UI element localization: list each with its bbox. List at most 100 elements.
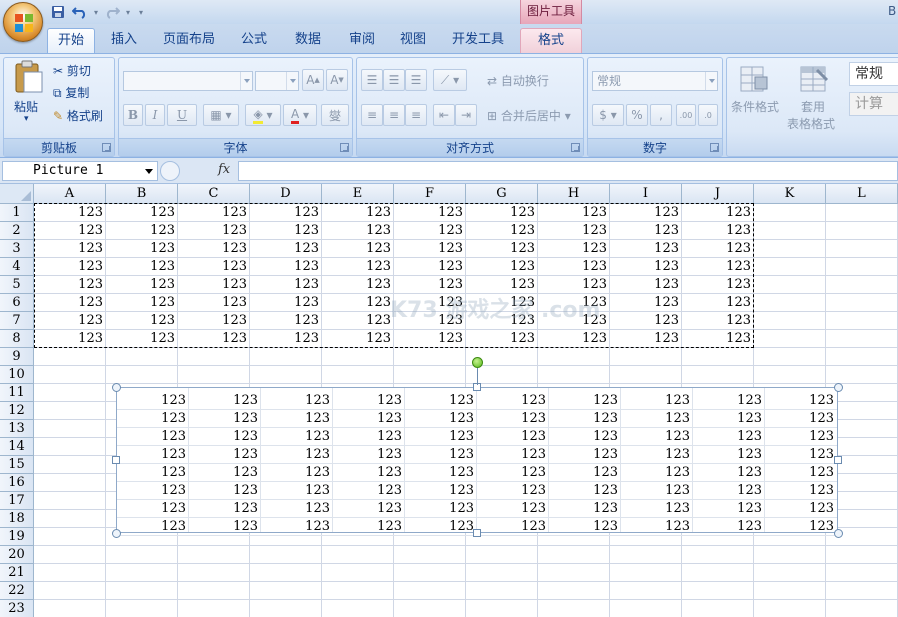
format-painter-button[interactable]: ✎ 格式刷 — [53, 107, 103, 124]
align-middle-icon[interactable]: ☰ — [383, 69, 405, 91]
customize-qat-icon[interactable]: ▾ — [134, 8, 148, 17]
worksheet[interactable]: A B C D E F G H I J K L 1 2 3 4 5 6 7 8 9 10 11 12 13 14 15 16 17 18 1… — [0, 184, 898, 617]
row-header-20[interactable]: 20 — [0, 546, 34, 564]
comma-button[interactable]: , — [650, 104, 672, 126]
office-button[interactable] — [3, 2, 43, 42]
column-header-k[interactable]: K — [754, 184, 826, 204]
cancel-circle-icon[interactable] — [160, 161, 180, 181]
font-color-icon[interactable]: A ▾ — [283, 104, 317, 126]
column-header-l[interactable]: L — [826, 184, 898, 204]
resize-handle[interactable] — [833, 382, 843, 392]
row-header-15[interactable]: 15 — [0, 456, 34, 474]
column-header-c[interactable]: C — [178, 184, 250, 204]
column-header-d[interactable]: D — [250, 184, 322, 204]
name-box-dropdown-icon[interactable] — [145, 169, 153, 174]
bold-button[interactable]: B — [123, 104, 143, 126]
row-header-7[interactable]: 7 — [0, 312, 34, 330]
align-right-icon[interactable]: ≡ — [405, 104, 427, 126]
row-header-18[interactable]: 18 — [0, 510, 34, 528]
italic-button[interactable]: I — [145, 104, 165, 126]
row-header-5[interactable]: 5 — [0, 276, 34, 294]
orientation-icon[interactable]: ⟋ ▾ — [433, 69, 467, 91]
pasted-picture[interactable]: 123 123 123 123 123 123 123 123 123 123 123 123 123 1… — [116, 387, 838, 536]
row-header-3[interactable]: 3 — [0, 240, 34, 258]
rotation-handle-icon[interactable] — [472, 357, 483, 368]
redo-dropdown-icon[interactable]: ▾ — [124, 8, 132, 17]
conditional-formatting-icon[interactable] — [739, 64, 769, 94]
undo-icon[interactable] — [70, 3, 90, 21]
paste-icon[interactable] — [12, 60, 46, 96]
row-header-19[interactable]: 19 — [0, 528, 34, 546]
select-all-corner[interactable] — [0, 184, 34, 204]
row-header-13[interactable]: 13 — [0, 420, 34, 438]
align-center-icon[interactable]: ≡ — [383, 104, 405, 126]
row-header-17[interactable]: 17 — [0, 492, 34, 510]
row-header-6[interactable]: 6 — [0, 294, 34, 312]
insert-function-icon[interactable]: fx — [218, 162, 230, 177]
tab-data[interactable]: 数据 — [286, 28, 330, 54]
resize-handle[interactable] — [833, 528, 843, 538]
shrink-font-icon[interactable]: A ▼ — [326, 69, 348, 91]
row-header-22[interactable]: 22 — [0, 582, 34, 600]
column-header-i[interactable]: I — [610, 184, 682, 204]
name-box[interactable]: Picture 1 — [2, 161, 158, 181]
row-header-21[interactable]: 21 — [0, 564, 34, 582]
tab-home[interactable]: 开始 — [47, 28, 95, 55]
column-header-a[interactable]: A — [34, 184, 106, 204]
format-as-table-label-1[interactable]: 套用 — [801, 98, 825, 115]
font-name-combo[interactable] — [123, 71, 253, 91]
conditional-formatting-button[interactable]: 条件格式 — [731, 98, 779, 115]
row-header-9[interactable]: 9 — [0, 348, 34, 366]
resize-handle[interactable] — [112, 456, 120, 464]
paste-dropdown-icon[interactable]: ▾ — [24, 114, 29, 124]
row-header-11[interactable]: 11 — [0, 384, 34, 402]
style-calc[interactable]: 计算 — [849, 92, 898, 116]
align-left-icon[interactable]: ≡ — [361, 104, 383, 126]
cut-button[interactable]: ✂ 剪切 — [53, 62, 91, 79]
tab-review[interactable]: 审阅 — [340, 28, 384, 54]
tab-format[interactable]: 格式 — [520, 28, 582, 54]
paste-button[interactable]: 粘贴 — [14, 98, 38, 115]
decrease-decimal-icon[interactable]: .0 — [698, 104, 718, 126]
style-normal[interactable]: 常规 — [849, 62, 898, 86]
row-header-12[interactable]: 12 — [0, 402, 34, 420]
font-size-combo[interactable] — [255, 71, 299, 91]
phonetic-button[interactable]: 燮 — [321, 104, 349, 126]
grow-font-icon[interactable]: A ▲ — [302, 69, 324, 91]
column-header-e[interactable]: E — [322, 184, 394, 204]
row-header-4[interactable]: 4 — [0, 258, 34, 276]
copy-button[interactable]: ⧉ 复制 — [53, 84, 89, 101]
font-launcher-icon[interactable] — [340, 143, 349, 152]
tab-insert[interactable]: 插入 — [103, 28, 145, 54]
number-format-combo[interactable]: 常规 — [592, 71, 718, 91]
underline-button[interactable]: U — [167, 104, 197, 126]
increase-indent-icon[interactable]: ⇥ — [455, 104, 477, 126]
column-header-f[interactable]: F — [394, 184, 466, 204]
tab-formulas[interactable]: 公式 — [232, 28, 276, 54]
tab-view[interactable]: 视图 — [393, 28, 433, 54]
undo-dropdown-icon[interactable]: ▾ — [92, 8, 100, 17]
column-header-h[interactable]: H — [538, 184, 610, 204]
row-header-8[interactable]: 8 — [0, 330, 34, 348]
number-launcher-icon[interactable] — [710, 143, 719, 152]
resize-handle[interactable] — [834, 456, 842, 464]
column-header-j[interactable]: J — [682, 184, 754, 204]
resize-handle[interactable] — [111, 382, 121, 392]
decrease-indent-icon[interactable]: ⇤ — [433, 104, 455, 126]
increase-decimal-icon[interactable]: .00 — [676, 104, 696, 126]
currency-icon[interactable]: $ ▾ — [592, 104, 624, 126]
percent-button[interactable]: % — [626, 104, 648, 126]
fill-color-icon[interactable]: ◈ ▾ — [245, 104, 281, 126]
column-header-g[interactable]: G — [466, 184, 538, 204]
tab-page-layout[interactable]: 页面布局 — [157, 28, 221, 54]
row-header-16[interactable]: 16 — [0, 474, 34, 492]
align-bottom-icon[interactable]: ☰ — [405, 69, 427, 91]
row-header-14[interactable]: 14 — [0, 438, 34, 456]
align-top-icon[interactable]: ☰ — [361, 69, 383, 91]
row-header-2[interactable]: 2 — [0, 222, 34, 240]
format-as-table-icon[interactable] — [799, 64, 829, 94]
tab-developer[interactable]: 开发工具 — [444, 28, 512, 54]
format-as-table-label-2[interactable]: 表格格式 — [787, 115, 835, 132]
clipboard-launcher-icon[interactable] — [102, 143, 111, 152]
alignment-launcher-icon[interactable] — [571, 143, 580, 152]
